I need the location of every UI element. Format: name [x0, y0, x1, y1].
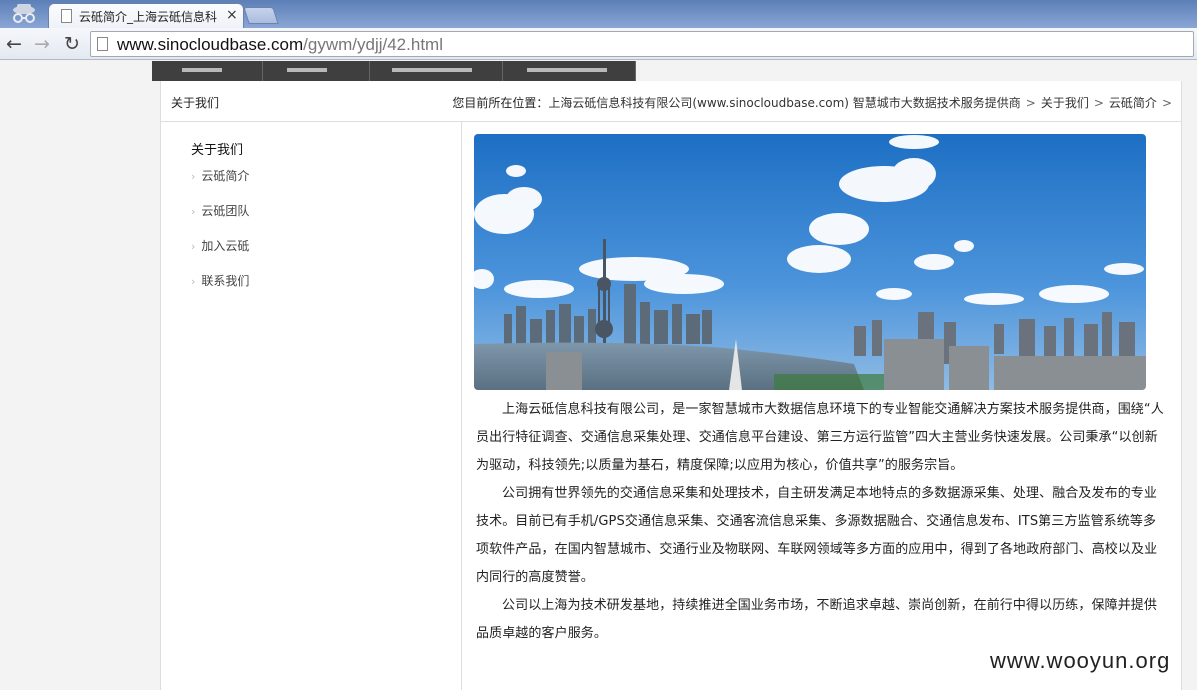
sidebar-item-intro[interactable]: › 云砥简介 — [191, 167, 249, 187]
section-title: 关于我们 — [171, 96, 220, 110]
page-viewport: 关于我们 您目前所在位置：上海云砥信息科技有限公司(www.sinocloudb… — [0, 61, 1197, 690]
sidebar-item-label: 加入云砥 — [201, 239, 250, 253]
page-icon — [61, 9, 72, 23]
sidebar-heading: 关于我们 — [191, 143, 244, 158]
breadcrumb-separator: > — [1161, 96, 1172, 110]
reload-button[interactable]: ↻ — [60, 32, 84, 56]
skyline-banner-image — [474, 134, 1146, 390]
nav-item-industry[interactable] — [392, 64, 472, 72]
article-paragraph: 公司以上海为技术研发基地，持续推进全国业务市场，不断追求卓越、崇尚创新，在前行中… — [476, 598, 1158, 641]
sidebar: 关于我们 › 云砥简介 › 云砥团队 › 加入云砥 › 联系我们 — [161, 122, 462, 690]
sidebar-item-team[interactable]: › 云砥团队 — [191, 202, 249, 222]
breadcrumb-separator: > — [1025, 96, 1036, 110]
chevron-right-icon: › — [191, 275, 196, 288]
nav-item-about[interactable] — [527, 64, 607, 72]
breadcrumb-prefix: 您目前所在位置： — [452, 96, 549, 110]
chevron-right-icon: › — [191, 170, 196, 183]
breadcrumb-home[interactable]: 上海云砥信息科技有限公司(www.sinocloudbase.com) 智慧城市… — [548, 96, 1020, 110]
nav-item-home[interactable] — [182, 64, 222, 72]
sidebar-item-label: 联系我们 — [201, 274, 250, 288]
article-paragraph: 上海云砥信息科技有限公司，是一家智慧城市大数据信息环境下的专业智能交通解决方案技… — [476, 402, 1164, 473]
new-tab-button[interactable] — [243, 7, 279, 24]
watermark: www.wooyun.org — [990, 648, 1171, 673]
browser-tab-active[interactable]: 云砥简介_上海云砥信息科 × — [48, 3, 244, 28]
incognito-icon — [13, 4, 35, 23]
browser-toolbar: ← → ↻ www.sinocloudbase.com/gywm/ydjj/42… — [0, 28, 1197, 60]
tab-title: 云砥简介_上海云砥信息科 — [79, 10, 218, 24]
url-host: www.sinocloudbase.com — [117, 35, 304, 54]
article-body: 上海云砥信息科技有限公司，是一家智慧城市大数据信息环境下的专业智能交通解决方案技… — [476, 396, 1164, 648]
site-top-nav — [152, 61, 636, 81]
breadcrumb-about[interactable]: 关于我们 — [1041, 96, 1089, 110]
scrollbar-track[interactable] — [1183, 61, 1197, 690]
page-header-bar: 关于我们 您目前所在位置：上海云砥信息科技有限公司(www.sinocloudb… — [161, 81, 1182, 122]
address-bar[interactable]: www.sinocloudbase.com/gywm/ydjj/42.html — [90, 31, 1194, 57]
sidebar-item-label: 云砥团队 — [201, 204, 250, 218]
sidebar-item-label: 云砥简介 — [201, 169, 250, 183]
url-text[interactable]: www.sinocloudbase.com/gywm/ydjj/42.html — [117, 35, 443, 55]
sidebar-item-join[interactable]: › 加入云砥 — [191, 237, 249, 257]
nav-divider — [369, 61, 370, 81]
chevron-right-icon: › — [191, 205, 196, 218]
tab-close-button[interactable]: × — [226, 7, 238, 23]
content-panel: 关于我们 您目前所在位置：上海云砥信息科技有限公司(www.sinocloudb… — [160, 81, 1182, 690]
browser-tabstrip: 云砥简介_上海云砥信息科 × — [0, 0, 1197, 28]
page-icon — [97, 37, 108, 51]
chevron-right-icon: › — [191, 240, 196, 253]
back-button[interactable]: ← — [2, 32, 26, 56]
forward-button[interactable]: → — [30, 32, 54, 56]
sidebar-item-contact[interactable]: › 联系我们 — [191, 272, 249, 292]
breadcrumb-current[interactable]: 云砥简介 — [1109, 96, 1157, 110]
nav-divider — [262, 61, 263, 81]
nav-divider — [502, 61, 503, 81]
nav-item-products[interactable] — [287, 64, 327, 72]
article-paragraph: 公司拥有世界领先的交通信息采集和处理技术，自主研发满足本地特点的多数据源采集、处… — [476, 486, 1158, 585]
breadcrumb: 您目前所在位置：上海云砥信息科技有限公司(www.sinocloudbase.c… — [452, 94, 1172, 111]
breadcrumb-separator: > — [1093, 96, 1104, 110]
url-path: /gywm/ydjj/42.html — [303, 35, 443, 54]
nav-divider — [635, 61, 636, 81]
